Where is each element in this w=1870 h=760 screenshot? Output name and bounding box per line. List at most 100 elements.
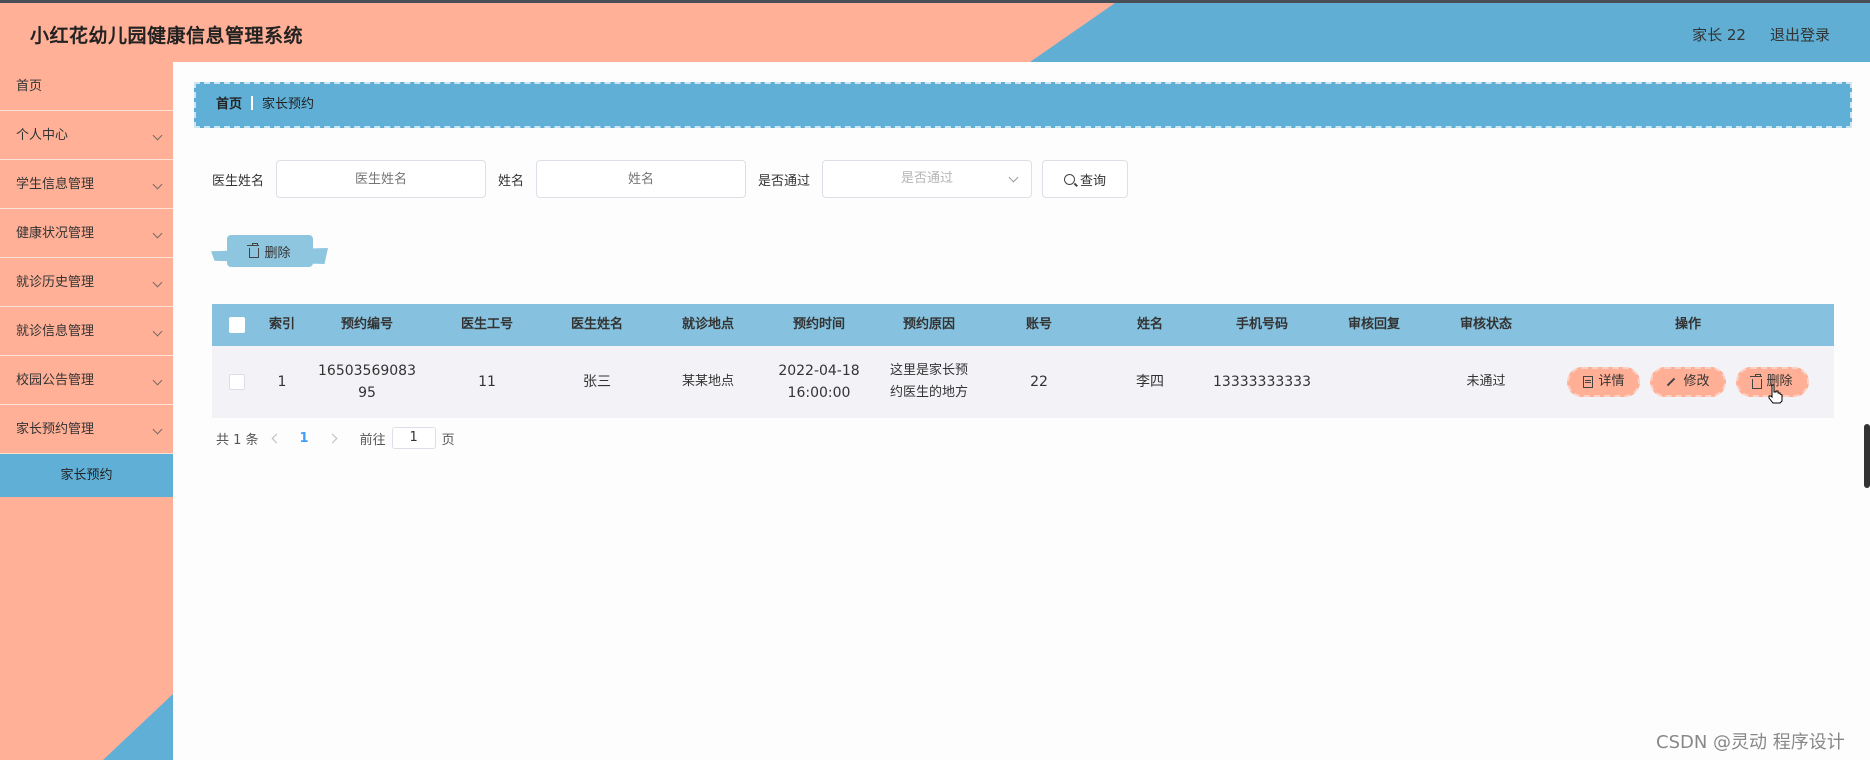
cell-operations: 详情 修改 删除 bbox=[1542, 367, 1834, 397]
passed-label: 是否通过 bbox=[758, 173, 811, 189]
booking-table: 索引 预约编号 医生工号 医生姓名 就诊地点 预约时间 预约原因 账号 姓名 手… bbox=[212, 304, 1834, 418]
sidebar-item-label: 首页 bbox=[16, 79, 43, 94]
page-scrollbar[interactable] bbox=[1864, 424, 1870, 488]
breadcrumb-home[interactable]: 首页 bbox=[216, 97, 242, 112]
cell-account: 22 bbox=[1030, 374, 1048, 390]
column-header: 预约时间 bbox=[792, 317, 845, 332]
column-header: 审核状态 bbox=[1459, 317, 1512, 332]
pagination: 共 1 条 1 前往 1 页 bbox=[216, 426, 455, 450]
sidebar-item-personal-center[interactable]: 个人中心 bbox=[0, 111, 173, 160]
pager-current-page[interactable]: 1 bbox=[300, 431, 309, 446]
user-area: 家长 22 退出登录 bbox=[1692, 24, 1830, 45]
sidebar-item-label: 个人中心 bbox=[16, 128, 69, 143]
column-header: 姓名 bbox=[1136, 317, 1163, 332]
sidebar-corner-shape bbox=[103, 694, 173, 760]
row-select-cell bbox=[212, 371, 262, 393]
batch-delete-button[interactable]: 删除 bbox=[227, 235, 313, 267]
doctor-name-input[interactable] bbox=[276, 160, 487, 198]
watermark: CSDN @灵动 程序设计 bbox=[1656, 732, 1845, 753]
logout-link[interactable]: 退出登录 bbox=[1770, 24, 1830, 45]
select-all-checkbox[interactable] bbox=[229, 316, 245, 333]
search-icon bbox=[1064, 173, 1076, 185]
document-icon bbox=[1583, 376, 1594, 388]
breadcrumb-separator bbox=[251, 96, 254, 110]
sidebar-item-label: 学生信息管理 bbox=[16, 177, 95, 192]
sidebar-item-label: 就诊信息管理 bbox=[16, 324, 95, 339]
sidebar-item-student-info[interactable]: 学生信息管理 bbox=[0, 160, 173, 209]
table-row: 1 1650356908395 11 张三 某某地点 2022-04-18 16… bbox=[212, 346, 1834, 418]
chevron-down-icon bbox=[152, 228, 163, 239]
pager-page-unit: 页 bbox=[441, 432, 455, 448]
trash-icon bbox=[1749, 373, 1762, 389]
column-header: 账号 bbox=[1025, 317, 1052, 332]
sidebar-item-health-status[interactable]: 健康状况管理 bbox=[0, 209, 173, 258]
chevron-down-icon bbox=[152, 130, 163, 141]
column-header: 索引 bbox=[268, 317, 295, 332]
cell-index: 1 bbox=[277, 374, 287, 390]
batch-delete-wrap: 删除 bbox=[211, 235, 328, 269]
chevron-down-icon bbox=[1008, 172, 1019, 183]
column-header: 审核回复 bbox=[1347, 317, 1400, 332]
breadcrumb-current: 家长预约 bbox=[262, 97, 315, 112]
column-header: 就诊地点 bbox=[681, 317, 734, 332]
column-header: 预约编号 bbox=[340, 317, 393, 332]
select-all-cell bbox=[212, 314, 262, 336]
passed-select[interactable]: 是否通过 bbox=[822, 160, 1033, 198]
cell-time: 2022-04-18 16:00:00 bbox=[778, 363, 860, 401]
query-button-label: 查询 bbox=[1080, 173, 1107, 189]
edit-icon bbox=[1667, 377, 1676, 387]
chevron-down-icon bbox=[152, 179, 163, 190]
cell-phone: 13333333333 bbox=[1213, 374, 1311, 390]
name-label: 姓名 bbox=[498, 173, 525, 189]
cell-doctor-id: 11 bbox=[478, 374, 496, 390]
column-header: 操作 bbox=[1674, 317, 1701, 332]
sidebar-item-label: 健康状况管理 bbox=[16, 226, 95, 241]
user-name: 家长 22 bbox=[1692, 26, 1746, 44]
sidebar-item-parent-booking[interactable]: 家长预约管理 bbox=[0, 405, 173, 454]
sidebar-item-announcements[interactable]: 校园公告管理 bbox=[0, 356, 173, 405]
app-header: 小红花幼儿园健康信息管理系统 家长 22 退出登录 bbox=[0, 3, 1870, 62]
edit-button-label: 修改 bbox=[1683, 374, 1710, 389]
query-button[interactable]: 查询 bbox=[1042, 160, 1129, 198]
cell-status: 未通过 bbox=[1466, 374, 1506, 389]
column-header: 手机号码 bbox=[1235, 317, 1288, 332]
passed-select-placeholder: 是否通过 bbox=[901, 171, 954, 186]
next-page-icon[interactable] bbox=[327, 433, 338, 443]
cell-booking-no: 1650356908395 bbox=[318, 363, 416, 401]
table-header: 索引 预约编号 医生工号 医生姓名 就诊地点 预约时间 预约原因 账号 姓名 手… bbox=[212, 304, 1834, 346]
cell-doctor-name: 张三 bbox=[583, 374, 611, 390]
cell-name: 李四 bbox=[1136, 374, 1164, 390]
sidebar-item-label: 家长预约管理 bbox=[16, 422, 95, 437]
edit-button[interactable]: 修改 bbox=[1650, 367, 1726, 397]
detail-button-label: 详情 bbox=[1598, 374, 1625, 389]
row-checkbox[interactable] bbox=[229, 374, 245, 390]
sidebar-item-label: 校园公告管理 bbox=[16, 373, 95, 388]
sidebar: 首页 个人中心 学生信息管理 健康状况管理 就诊历史管理 就诊信息管理 校园公告… bbox=[0, 62, 173, 760]
app-title: 小红花幼儿园健康信息管理系统 bbox=[30, 25, 304, 47]
batch-delete-label: 删除 bbox=[264, 245, 291, 261]
sidebar-item-home[interactable]: 首页 bbox=[0, 62, 173, 111]
pager-goto-label: 前往 bbox=[359, 432, 386, 448]
pager-total: 共 1 条 bbox=[216, 432, 259, 448]
pager-goto-input[interactable]: 1 bbox=[391, 427, 436, 449]
sidebar-item-visit-history[interactable]: 就诊历史管理 bbox=[0, 258, 173, 307]
chevron-down-icon bbox=[152, 277, 163, 288]
name-input[interactable] bbox=[536, 160, 747, 198]
search-form: 医生姓名 姓名 是否通过 是否通过 查询 bbox=[212, 159, 1129, 199]
column-header: 预约原因 bbox=[902, 317, 955, 332]
doctor-name-label: 医生姓名 bbox=[212, 173, 265, 189]
chevron-down-icon bbox=[152, 424, 163, 435]
hand-cursor-icon bbox=[1768, 384, 1783, 404]
cell-reason: 这里是家长预约医生的地方 bbox=[889, 363, 968, 400]
prev-page-icon[interactable] bbox=[271, 433, 281, 443]
column-header: 医生姓名 bbox=[570, 317, 623, 332]
sidebar-item-visit-info[interactable]: 就诊信息管理 bbox=[0, 307, 173, 356]
breadcrumb: 首页 家长预约 bbox=[194, 82, 1852, 128]
detail-button[interactable]: 详情 bbox=[1567, 367, 1641, 397]
cell-location: 某某地点 bbox=[681, 374, 734, 389]
chevron-down-icon bbox=[152, 375, 163, 386]
sidebar-item-label: 就诊历史管理 bbox=[16, 275, 95, 290]
chevron-down-icon bbox=[152, 326, 163, 337]
sidebar-subitem-parent-booking[interactable]: 家长预约 bbox=[0, 454, 173, 497]
column-header: 医生工号 bbox=[460, 317, 513, 332]
